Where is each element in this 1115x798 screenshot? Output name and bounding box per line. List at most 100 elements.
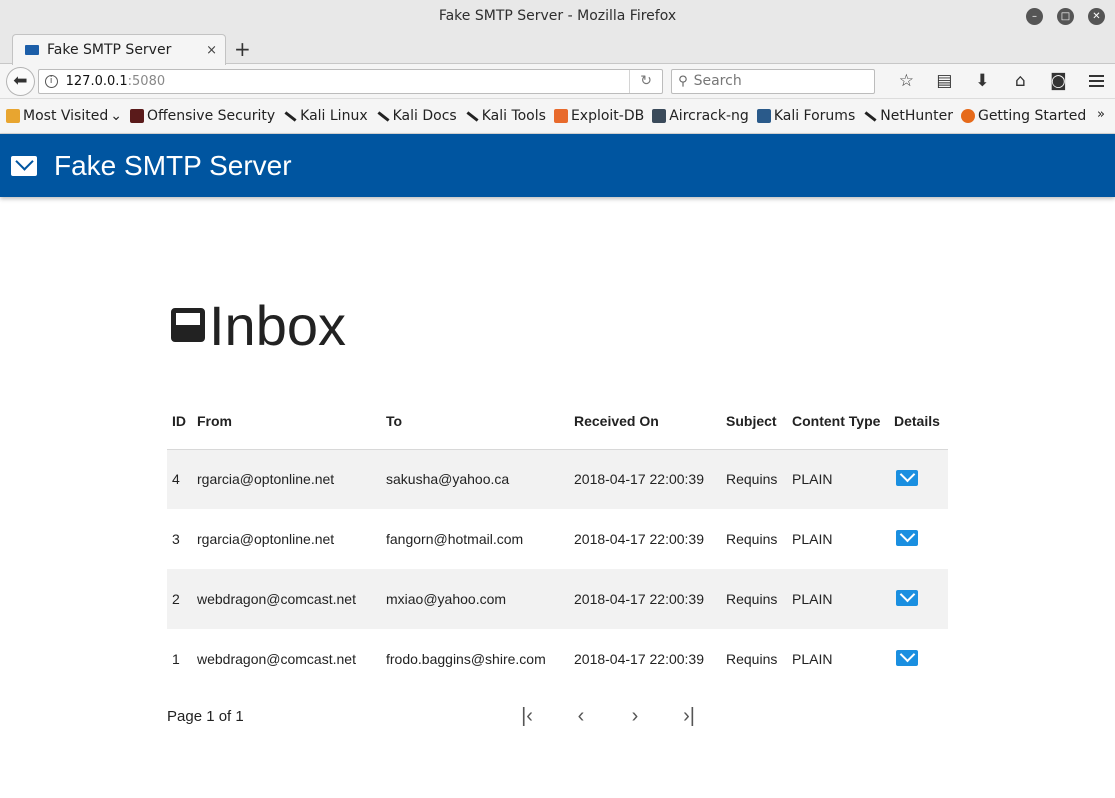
- firefox-icon: [960, 109, 975, 123]
- table-cell: frodo.baggins@shire.com: [386, 651, 546, 667]
- hamburger-menu-icon[interactable]: [1083, 75, 1109, 87]
- column-header: Received On: [569, 394, 721, 450]
- url-host: 127.0.0.1: [65, 73, 128, 89]
- more-bookmarks-icon[interactable]: »: [1097, 107, 1105, 122]
- window-controls: – □ ✕: [1026, 8, 1105, 25]
- bookmark-label: Kali Linux: [300, 108, 368, 124]
- tab-strip: Fake SMTP Server × +: [0, 32, 1115, 65]
- reload-icon[interactable]: ↻: [629, 69, 662, 93]
- email-details-icon[interactable]: [896, 589, 918, 606]
- bookmark-label: Kali Tools: [481, 108, 546, 124]
- search-icon: ⚲: [678, 73, 688, 89]
- url-port: :5080: [127, 73, 166, 89]
- pocket-icon[interactable]: ◙: [1039, 71, 1077, 91]
- offsec-icon: [129, 109, 144, 123]
- table-cell: 2018-04-17 22:00:39: [569, 449, 721, 509]
- bookmark-item[interactable]: Kali Forums: [756, 108, 855, 124]
- table-cell: 4: [167, 449, 192, 509]
- inbox-heading: Inbox: [167, 294, 948, 357]
- details-cell: [889, 449, 948, 509]
- table-cell: 2018-04-17 22:00:39: [574, 651, 704, 667]
- table-cell: mxiao@yahoo.com: [381, 569, 569, 629]
- last-page-icon[interactable]: ›|: [673, 701, 705, 731]
- table-cell: 3: [172, 531, 180, 547]
- aircrack-icon: [652, 109, 667, 123]
- table-cell: rgarcia@optonline.net: [197, 531, 335, 547]
- window-title: Fake SMTP Server - Mozilla Firefox: [438, 8, 677, 24]
- table-cell: webdragon@comcast.net: [192, 569, 381, 629]
- bookmark-item[interactable]: Getting Started: [960, 108, 1086, 124]
- table-cell: Requins: [721, 449, 787, 509]
- column-header: ID: [167, 394, 192, 450]
- navigation-toolbar: ⬅ i 127.0.0.1:5080 ↻ ⚲ Search ☆ ▤ ⬇ ⌂ ◙: [0, 64, 1115, 99]
- column-header: Content Type: [787, 394, 889, 450]
- table-row[interactable]: 3 rgarcia@optonline.net fangorn@hotmail.co…: [167, 509, 948, 569]
- email-details-icon[interactable]: [896, 469, 918, 486]
- table-cell: PLAIN: [787, 569, 889, 629]
- column-header: Subject: [721, 394, 787, 450]
- back-arrow-icon: ⬅: [13, 71, 28, 91]
- bookmark-item[interactable]: Most Visited ⌄: [6, 108, 122, 124]
- bookmark-label: NetHunter: [880, 108, 953, 124]
- downloads-icon[interactable]: ⬇: [963, 71, 1001, 91]
- table-cell: 2018-04-17 22:00:39: [569, 569, 721, 629]
- home-icon[interactable]: ⌂: [1001, 71, 1039, 91]
- bookmark-item[interactable]: Exploit-DB: [553, 108, 645, 124]
- bookmark-item[interactable]: Kali Docs: [376, 108, 457, 124]
- search-input[interactable]: ⚲ Search: [671, 68, 876, 94]
- table-cell: fangorn@hotmail.com: [386, 531, 524, 547]
- kali-dragon-icon: [863, 109, 877, 123]
- table-row[interactable]: 2 webdragon@comcast.net mxiao@yahoo.com 201…: [167, 569, 948, 629]
- bookmark-label: Kali Docs: [392, 108, 457, 124]
- first-page-icon[interactable]: |‹: [511, 701, 543, 731]
- reading-list-icon[interactable]: ▤: [925, 71, 963, 91]
- folder-icon: [6, 109, 20, 123]
- table-cell: PLAIN: [787, 449, 889, 509]
- page-title: Inbox: [209, 293, 346, 357]
- bookmark-item[interactable]: NetHunter: [863, 108, 953, 124]
- details-cell: [889, 569, 948, 629]
- back-button[interactable]: ⬅: [6, 66, 35, 96]
- bookmark-item[interactable]: Aircrack-ng: [652, 108, 749, 124]
- bookmark-item[interactable]: Kali Linux: [283, 108, 367, 124]
- table-cell: sakusha@yahoo.ca: [381, 449, 569, 509]
- table-cell: PLAIN: [792, 651, 833, 667]
- table-row[interactable]: 4 rgarcia@optonline.net sakusha@yahoo.ca 20…: [167, 449, 948, 509]
- inbox-section: Inbox ID From To Received On Subject Content …: [167, 294, 948, 731]
- table-row[interactable]: 1 webdragon@comcast.net frodo.baggins@shir…: [167, 629, 948, 689]
- bookmark-item[interactable]: Offensive Security: [129, 108, 275, 124]
- table-cell: 2: [167, 569, 192, 629]
- close-window-icon[interactable]: ✕: [1088, 8, 1105, 25]
- table-cell: rgarcia@optonline.net: [192, 449, 381, 509]
- table-cell: PLAIN: [792, 531, 833, 547]
- column-header: Details: [889, 394, 948, 450]
- next-page-icon[interactable]: ›: [619, 701, 651, 731]
- bookmark-label: Exploit-DB: [570, 108, 645, 124]
- mail-icon: [11, 155, 37, 176]
- previous-page-icon[interactable]: ‹: [565, 701, 597, 731]
- app-header: Fake SMTP Server: [0, 134, 1115, 197]
- exploitdb-icon: [553, 109, 568, 123]
- bookmarks-toolbar: Most Visited ⌄ Offensive Security Kali Linu…: [0, 99, 1115, 134]
- maximize-icon[interactable]: □: [1057, 8, 1074, 25]
- pagination: Page 1 of 1 |‹ ‹ › ›|: [167, 701, 948, 731]
- email-details-icon[interactable]: [896, 529, 918, 546]
- bookmark-item[interactable]: Kali Tools: [465, 108, 546, 124]
- pagination-buttons: |‹ ‹ › ›|: [511, 701, 705, 731]
- bookmark-label: Most Visited: [23, 108, 109, 124]
- url-bar[interactable]: i 127.0.0.1:5080 ↻: [37, 68, 664, 94]
- table-cell: 1: [172, 651, 180, 667]
- kali-forums-icon: [756, 109, 771, 123]
- minimize-icon[interactable]: –: [1026, 8, 1043, 25]
- email-details-icon[interactable]: [896, 649, 918, 666]
- tab-fake-smtp[interactable]: Fake SMTP Server ×: [12, 34, 226, 65]
- mail-favicon-icon: [25, 45, 39, 55]
- site-info-icon[interactable]: i: [44, 74, 58, 88]
- inbox-icon: [171, 308, 205, 342]
- close-tab-icon[interactable]: ×: [206, 43, 217, 58]
- table-cell: Requins: [721, 569, 787, 629]
- bookmark-star-icon[interactable]: ☆: [887, 71, 925, 91]
- kali-dragon-icon: [465, 109, 479, 123]
- kali-dragon-icon: [376, 109, 390, 123]
- new-tab-button[interactable]: +: [234, 37, 251, 61]
